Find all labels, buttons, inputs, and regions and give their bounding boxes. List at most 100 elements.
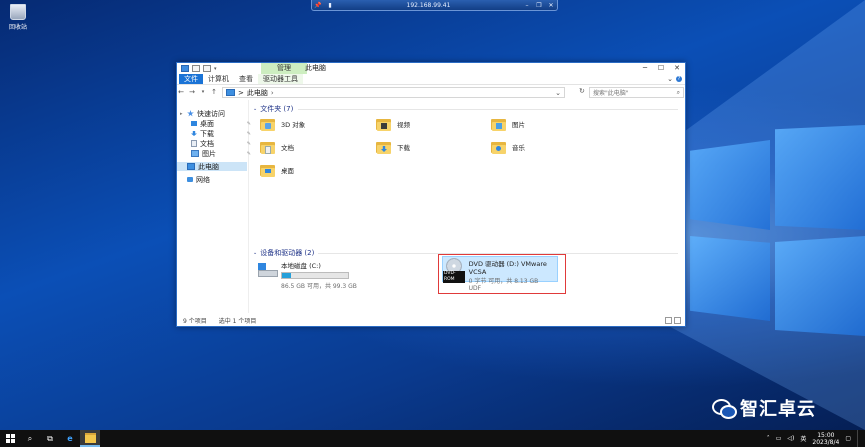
qat-dropdown-icon[interactable]: ▾ <box>214 66 217 72</box>
nav-label: 图片 <box>202 149 216 158</box>
nav-documents[interactable]: 文档 ✎ <box>191 139 251 148</box>
devices-group-header[interactable]: ⌄ 设备和驱动器 (2) <box>253 248 314 258</box>
contextual-tab-manage[interactable]: 管理 <box>261 63 307 74</box>
folder-name: 文档 <box>281 144 294 152</box>
breadcrumb-chevron-icon[interactable]: › <box>271 89 274 97</box>
nav-downloads[interactable]: 下载 ✎ <box>191 129 251 138</box>
show-desktop-button[interactable] <box>857 430 861 447</box>
tab-view[interactable]: 查看 <box>234 74 258 84</box>
remote-host: 192.168.99.41 <box>406 1 451 9</box>
folder-downloads-icon <box>376 140 392 154</box>
chevron-up-icon[interactable]: ˄ <box>767 435 770 442</box>
nav-label: 网络 <box>196 175 210 184</box>
folder-item-downloads[interactable]: 下载 <box>376 138 410 156</box>
search-icon[interactable]: ⌕ <box>20 430 40 447</box>
back-icon[interactable]: ← <box>177 88 185 96</box>
address-bar[interactable]: > 此电脑 › ⌄ <box>222 87 565 98</box>
folder-name: 桌面 <box>281 167 294 175</box>
folder-name: 图片 <box>512 121 525 129</box>
search-icon: ⌕ <box>676 88 680 96</box>
nav-this-pc[interactable]: 此电脑 <box>177 162 247 171</box>
minimize-button[interactable]: ─ <box>637 63 653 74</box>
status-selected-count: 选中 1 个项目 <box>218 317 257 325</box>
nav-network[interactable]: 网络 <box>187 175 247 184</box>
nav-pictures[interactable]: 图片 ✎ <box>191 149 251 158</box>
desktop-icon <box>191 121 197 126</box>
nav-label: 快速访问 <box>197 109 225 118</box>
task-view-icon[interactable]: ⧉ <box>40 430 60 447</box>
help-icon[interactable]: ? <box>676 76 682 82</box>
document-icon <box>191 140 197 147</box>
status-bar: 9 个项目 选中 1 个项目 <box>177 314 685 326</box>
windows-logo-pane <box>690 236 770 321</box>
folder-videos-icon <box>376 117 392 131</box>
recycle-bin-label: 回收站 <box>8 24 27 31</box>
title-bar[interactable]: ▾ 管理 此电脑 ─ ☐ ✕ <box>177 63 685 74</box>
ribbon-tabs: 文件 计算机 查看 驱动器工具 ⌄ ? <box>177 74 685 85</box>
new-folder-icon[interactable] <box>203 65 211 72</box>
windows-logo-pane <box>775 236 865 336</box>
tab-file[interactable]: 文件 <box>179 74 203 84</box>
collapse-chevron-icon[interactable]: ⌄ <box>253 106 257 112</box>
details-view-icon[interactable] <box>665 317 672 324</box>
navigation-pane: ▸ 快速访问 桌面 ✎ 下载 ✎ 文档 ✎ 图片 ✎ 此电脑 网络 <box>177 100 251 313</box>
nav-label: 桌面 <box>200 119 214 128</box>
collapse-chevron-icon[interactable]: ⌄ <box>253 250 257 256</box>
input-language[interactable]: 英 <box>800 434 806 443</box>
group-title: 文件夹 (7) <box>260 105 294 113</box>
drive-free-space: 86.5 GB 可用，共 99.3 GB <box>281 283 357 290</box>
drive-usage-bar <box>281 272 349 279</box>
network-icon[interactable]: ▭ <box>776 435 782 442</box>
folder-item-videos[interactable]: 视频 <box>376 115 410 133</box>
edge-icon[interactable]: e <box>60 430 80 447</box>
pc-icon <box>181 65 189 72</box>
nav-quick-access[interactable]: 快速访问 <box>187 109 247 118</box>
large-icons-view-icon[interactable] <box>674 317 681 324</box>
clock[interactable]: 15:00 2023/8/4 <box>812 432 839 446</box>
pc-icon <box>187 163 195 170</box>
address-dropdown-icon[interactable]: ⌄ <box>555 89 561 97</box>
recent-dropdown-icon[interactable]: ▾ <box>199 89 207 95</box>
tab-computer[interactable]: 计算机 <box>203 74 234 84</box>
drive-item-c[interactable]: 本地磁盘 (C:) 86.5 GB 可用，共 99.3 GB <box>258 260 357 290</box>
file-explorer-window[interactable]: ▾ 管理 此电脑 ─ ☐ ✕ 文件 计算机 查看 驱动器工具 ⌄ ? ← → ▾… <box>176 62 686 327</box>
restore-icon[interactable]: ❐ <box>533 2 545 9</box>
breadcrumb-this-pc[interactable]: 此电脑 <box>247 88 268 98</box>
search-input[interactable]: 搜索"此电脑" ⌕ <box>589 87 684 98</box>
file-explorer-icon[interactable] <box>80 430 100 447</box>
close-button[interactable]: ✕ <box>669 63 685 74</box>
clock-date: 2023/8/4 <box>812 438 840 446</box>
star-icon <box>187 110 194 117</box>
minimize-icon[interactable]: – <box>521 2 533 9</box>
close-icon[interactable]: ✕ <box>545 2 557 9</box>
watermark: 智汇卓云 <box>712 395 816 421</box>
folder-item-music[interactable]: 音乐 <box>491 138 525 156</box>
folder-3d-objects-icon <box>260 117 276 131</box>
folder-icon <box>84 432 96 443</box>
expand-ribbon-icon[interactable]: ⌄ <box>667 74 673 84</box>
properties-icon[interactable] <box>192 65 200 72</box>
folder-item-desktop[interactable]: 桌面 <box>260 161 294 179</box>
volume-icon[interactable]: ◁) <box>787 435 794 442</box>
notification-icon[interactable]: ▢ <box>845 435 851 442</box>
clock-time: 15:00 <box>817 431 835 439</box>
start-button[interactable] <box>0 430 20 447</box>
up-icon[interactable]: ↑ <box>210 88 218 96</box>
remote-connection-bar[interactable]: 📌 ▮ 192.168.99.41 – ❐ ✕ <box>311 0 558 11</box>
maximize-button[interactable]: ☐ <box>653 63 669 74</box>
folder-item-3d-objects[interactable]: 3D 对象 <box>260 115 305 133</box>
nav-desktop[interactable]: 桌面 ✎ <box>191 119 251 128</box>
refresh-icon[interactable]: ↻ <box>579 87 585 95</box>
pin-icon[interactable]: 📌 <box>312 2 324 9</box>
windows-logo-icon <box>5 434 15 443</box>
folders-group-header[interactable]: ⌄ 文件夹 (7) <box>253 104 293 114</box>
recycle-bin[interactable]: 回收站 <box>6 4 30 31</box>
folder-item-pictures[interactable]: 图片 <box>491 115 525 133</box>
tab-drive-tools[interactable]: 驱动器工具 <box>258 74 303 84</box>
breadcrumb-separator: > <box>238 88 244 97</box>
forward-icon[interactable]: → <box>188 88 196 96</box>
expand-chevron-icon[interactable]: ▸ <box>180 111 183 117</box>
windows-logo-pane <box>690 140 770 230</box>
status-item-count: 9 个项目 <box>183 317 207 325</box>
folder-item-documents[interactable]: 文档 <box>260 138 294 156</box>
